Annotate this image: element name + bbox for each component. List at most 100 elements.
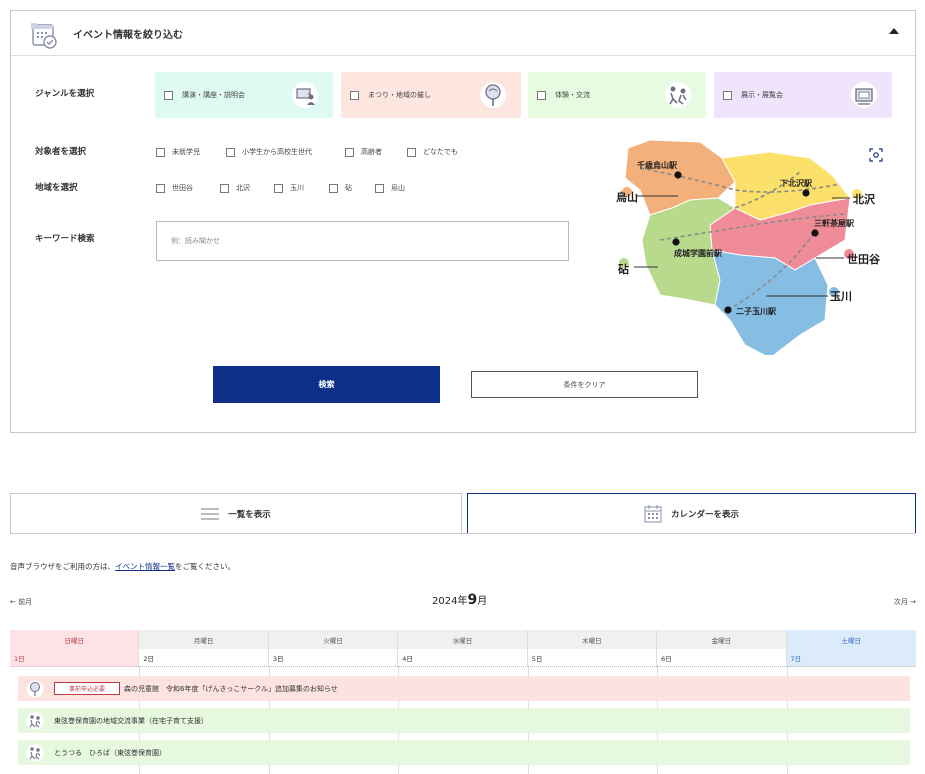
area-kinuta[interactable]: 砧 [329,183,352,193]
picture-frame-icon [851,82,877,108]
notice-suffix: をご覧ください。 [175,562,235,571]
area-kitazawa-label: 北沢 [236,184,250,192]
area-name: 北沢 [853,192,876,206]
next-month-button[interactable]: 次月 → [894,597,916,607]
date-cell[interactable]: 4日 [398,649,528,667]
month-title: 2024年9月 [432,592,487,608]
target-anyone[interactable]: どなたでも [407,147,458,157]
collapse-arrow-icon[interactable] [889,28,899,34]
people-exchange-icon [26,712,44,729]
next-month-label: 次月 [893,598,908,606]
map-region-tamagawa [711,249,829,355]
target-elderly-label: 高齢者 [361,148,382,156]
genre-festival[interactable]: まつり・地域の催し [341,72,521,118]
tab-list-view[interactable]: 一覧を表示 [10,493,462,533]
tab-list-label: 一覧を表示 [228,509,271,520]
station-label: 成城学園前駅 [674,248,723,258]
date-cell[interactable]: 2日 [139,649,269,667]
uchiwa-fan-icon [480,82,506,108]
area-name: 世田谷 [847,252,881,266]
target-elderly[interactable]: 高齢者 [345,147,382,157]
weekday-tuesday: 火曜日 [268,630,399,649]
genre-label: ジャンルを選択 [35,89,95,99]
event-list-link[interactable]: イベント情報一覧 [115,562,175,571]
target-preschool-label: 未就学児 [172,148,200,156]
people-exchange-icon [26,744,44,761]
list-icon [201,508,220,519]
event-item[interactable]: 事前申込必要 森の児童館 令和6年度「げんきっこサークル」追加募集のお知らせ [18,676,910,701]
people-exchange-icon [665,82,691,108]
calendar-grid: 日曜日 月曜日 火曜日 水曜日 木曜日 金曜日 土曜日 1日 2日 3日 4日 … [10,630,916,774]
area-kitazawa[interactable]: 北沢 [220,183,250,193]
keyword-input[interactable] [156,221,569,261]
filter-header[interactable]: イベント情報を絞り込む [11,11,915,56]
date-cell[interactable]: 6日 [657,649,787,667]
calendar-check-icon [31,23,57,49]
checkbox[interactable] [226,147,235,157]
event-title: 森の児童館 令和6年度「げんきっこサークル」追加募集のお知らせ [124,684,338,693]
application-required-badge: 事前申込必要 [54,682,121,695]
weekday-header: 日曜日 月曜日 火曜日 水曜日 木曜日 金曜日 土曜日 [10,630,916,649]
date-cell[interactable]: 1日 [10,649,140,667]
month-number: 9 [467,592,478,608]
checkbox[interactable] [407,147,416,157]
area-karasuyama[interactable]: 烏山 [375,183,405,193]
checkbox[interactable] [274,183,283,193]
date-cell[interactable]: 5日 [527,649,658,667]
genre-experience-checkbox[interactable] [537,90,546,100]
checkbox[interactable] [220,183,229,193]
date-cell[interactable]: 7日 [786,649,916,667]
area-tamagawa[interactable]: 玉川 [274,183,304,193]
checkbox[interactable] [156,183,165,193]
week-events-area: 事前申込必要 森の児童館 令和6年度「げんきっこサークル」追加募集のお知らせ 東… [10,667,916,774]
notice-prefix: 音声ブラウザをご利用の方は、 [10,562,115,571]
station-dot [811,229,819,237]
station-dot [802,189,810,197]
uchiwa-fan-icon [26,680,44,697]
date-cell[interactable]: 3日 [268,649,399,667]
prev-month-button[interactable]: ← 前月 [10,597,32,607]
station-dot [672,238,680,246]
genre-festival-label: まつり・地域の催し [368,91,431,99]
genre-exhibition-label: 展示・展覧会 [741,91,783,99]
genre-exhibition-checkbox[interactable] [723,90,732,100]
arrow-left-icon: ← [10,598,16,606]
area-tamagawa-label: 玉川 [290,184,304,192]
month-year: 2024年 [432,596,468,607]
genre-experience[interactable]: 体験・交流 [528,72,706,118]
genre-lecture-checkbox[interactable] [164,90,173,100]
area-karasuyama-label: 烏山 [391,184,405,192]
area-name: 玉川 [830,290,852,303]
genre-experience-label: 体験・交流 [555,91,590,99]
event-item[interactable]: とうつる ひろば（東弦巻保育園） [18,740,910,765]
prev-month-label: 前月 [18,598,33,606]
arrow-right-icon: → [910,598,916,606]
target-label: 対象者を選択 [35,147,87,157]
event-title: とうつる ひろば（東弦巻保育園） [54,748,166,757]
month-unit: 月 [477,596,488,607]
checkbox[interactable] [375,183,384,193]
event-item[interactable]: 東弦巻保育園の地域交流事業（在宅子育て支援） [18,708,910,733]
area-name: 砧 [618,262,629,276]
checkbox[interactable] [345,147,354,157]
station-label: 三軒茶屋駅 [814,218,855,228]
genre-exhibition[interactable]: 展示・展覧会 [714,72,892,118]
tab-calendar-view[interactable]: カレンダーを表示 [467,493,916,533]
area-name: 烏山 [616,190,638,204]
genre-lecture[interactable]: 講演・講座・説明会 [155,72,333,118]
target-preschool[interactable]: 未就学児 [156,147,200,157]
target-students-label: 小学生から高校生世代 [242,148,312,156]
search-button[interactable]: 検索 [213,366,440,403]
keyword-label: キーワード検索 [35,234,95,244]
area-setagaya[interactable]: 世田谷 [156,183,193,193]
checkbox[interactable] [329,183,338,193]
checkbox[interactable] [156,147,165,157]
genre-festival-checkbox[interactable] [350,90,359,100]
event-title: 東弦巻保育園の地域交流事業（在宅子育て支援） [54,716,208,725]
filter-title: イベント情報を絞り込む [73,30,183,41]
target-students[interactable]: 小学生から高校生世代 [226,147,312,157]
clear-button[interactable]: 条件をクリア [471,371,698,398]
weekday-monday: 月曜日 [139,630,269,649]
divider [10,533,916,534]
station-label: 下北沢駅 [780,178,813,188]
